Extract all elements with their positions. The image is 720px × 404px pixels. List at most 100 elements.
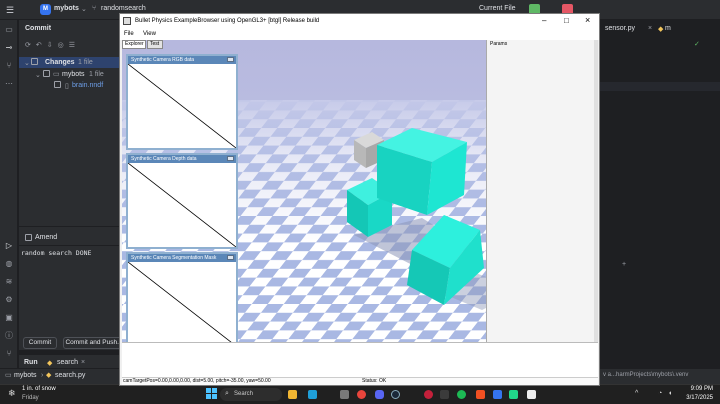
amend-label[interactable]: Amend <box>35 234 57 241</box>
panel-title: Synthetic Camera RGB data <box>128 56 236 64</box>
editor-area: sensor.py × ◆ m ✓ + <box>600 20 720 368</box>
folder-name[interactable]: mybots <box>62 71 85 78</box>
menu-view[interactable]: View <box>143 31 156 37</box>
empty-image-placeholder <box>128 262 236 346</box>
editor-tab[interactable]: sensor.py <box>605 25 635 32</box>
weather-icon: ❄ <box>8 388 16 398</box>
bullet-title: Bullet Physics ExampleBrowser using Open… <box>135 18 320 24</box>
edge-icon[interactable] <box>308 390 317 399</box>
main-menu-icon[interactable]: ☰ <box>6 5 14 16</box>
app-icon-red[interactable] <box>424 390 433 399</box>
volume-icon[interactable]: ◖ <box>668 390 672 397</box>
editor-tab-2[interactable]: m <box>665 25 671 32</box>
app-icon[interactable] <box>340 390 349 399</box>
folder-icon[interactable]: ▭ <box>3 24 15 36</box>
python-icon: ◆ <box>47 360 53 367</box>
params-scrollbar[interactable] <box>594 40 598 342</box>
close-icon[interactable]: × <box>585 15 590 25</box>
amend-checkbox[interactable] <box>25 234 32 241</box>
folder-icon: ▭ <box>53 71 60 78</box>
pycharm-icon[interactable] <box>509 390 518 399</box>
more-icon[interactable]: ⋯ <box>3 78 15 90</box>
breadcrumb-file[interactable]: search.py <box>55 372 85 379</box>
minimize-icon[interactable]: – <box>542 16 546 25</box>
run-config-tab[interactable]: search <box>57 359 78 366</box>
tool-window-stripe: ▭ ⊸ ⑂ ⋯ ▷ ◍ ≋ ⚙ ▣ ⓘ ⑂ <box>0 20 18 384</box>
wifi-icon[interactable]: ◔ <box>658 390 662 397</box>
chrome-icon[interactable] <box>357 390 366 399</box>
search-box[interactable]: ⌕ Search <box>220 388 282 401</box>
file-checkbox[interactable] <box>54 81 61 88</box>
tab-explorer[interactable]: Explorer <box>122 40 146 49</box>
commit-icon[interactable]: ⊸ <box>3 42 15 54</box>
discord-icon[interactable] <box>375 390 384 399</box>
panel-button[interactable] <box>227 255 234 260</box>
empty-image-placeholder <box>128 64 236 148</box>
panel-button[interactable] <box>227 57 234 62</box>
app-icon-dark[interactable] <box>440 390 449 399</box>
status-ok: Status: OK <box>362 378 387 384</box>
run-config-selector[interactable]: Current File <box>479 5 516 12</box>
folder-checkbox[interactable] <box>43 70 50 77</box>
tab-test[interactable]: Test <box>147 40 163 49</box>
commit-push-button[interactable]: Commit and Push... <box>63 337 125 349</box>
bullet-window: Bullet Physics ExampleBrowser using Open… <box>119 13 600 386</box>
chevron-down-icon[interactable]: ⌄ <box>35 71 41 79</box>
panel-title: Synthetic Camera Segmentation Mask <box>128 254 236 262</box>
commit-title: Commit <box>25 25 52 32</box>
layers-icon[interactable]: ≋ <box>3 276 15 288</box>
python-icon: ◆ <box>46 372 52 379</box>
problems-icon[interactable]: ⓘ <box>3 330 15 342</box>
spotify-icon[interactable] <box>457 390 466 399</box>
branch-name[interactable]: randomsearch <box>101 5 146 12</box>
git-log-icon[interactable]: ⑂ <box>3 348 15 360</box>
commit-button[interactable]: Commit <box>23 337 57 349</box>
menu-file[interactable]: File <box>124 31 134 37</box>
chevron-down-icon[interactable]: ⌄ <box>24 59 30 67</box>
clock-time[interactable]: 9:09 PM <box>677 386 713 392</box>
weather-temp[interactable]: 1 in. of snow <box>22 386 56 392</box>
git-icon[interactable]: ⑂ <box>3 60 15 72</box>
bullet-menu-bar: File View <box>120 30 599 40</box>
rgb-camera-panel[interactable]: Synthetic Camera RGB data <box>126 54 238 150</box>
project-name[interactable]: mybots <box>54 5 79 12</box>
params-panel[interactable]: Params <box>486 40 594 342</box>
clock-date[interactable]: 3/17/2025 <box>677 395 713 401</box>
app-icon-orange[interactable] <box>476 390 485 399</box>
chevron-right-icon: › <box>41 372 44 379</box>
changes-checkbox[interactable] <box>31 58 38 65</box>
chevron-down-icon: ⌄ <box>81 6 87 13</box>
search-placeholder: Search <box>234 391 254 397</box>
interpreter-status[interactable]: v a...harmProjects\mybots\.venv <box>603 372 688 378</box>
commit-message-input[interactable]: random search DONE <box>21 249 91 257</box>
changes-label[interactable]: Changes <box>45 59 75 66</box>
tray-chevron-icon[interactable]: ^ <box>635 390 638 397</box>
weather-day: Friday <box>22 395 39 401</box>
project-badge[interactable]: M <box>40 4 51 15</box>
console-area <box>122 342 598 377</box>
file-explorer-icon[interactable] <box>288 390 297 399</box>
bullet-title-bar: Bullet Physics ExampleBrowser using Open… <box>120 14 599 30</box>
commit-toolbar-icons[interactable]: ⟳↶⇩◎☰ <box>25 41 80 49</box>
close-icon[interactable]: × <box>81 359 85 366</box>
changed-file[interactable]: brain.nndf <box>72 82 103 89</box>
terminal-icon[interactable]: ▣ <box>3 312 15 324</box>
maximize-icon[interactable]: □ <box>564 16 569 25</box>
breadcrumb-root[interactable]: mybots <box>14 372 37 379</box>
close-icon[interactable]: × <box>648 25 652 32</box>
run-tool-icon[interactable]: ▷ <box>3 240 15 252</box>
start-icon[interactable] <box>206 388 217 399</box>
app-icon <box>123 17 131 25</box>
camera-status: camTargetPos=0.00,0.00,0.00, dist=5.00, … <box>123 378 271 384</box>
check-icon: ✓ <box>694 41 700 48</box>
app-icon-blue[interactable] <box>493 390 502 399</box>
python-console-icon[interactable]: ⚙ <box>3 294 15 306</box>
folder-count: 1 file <box>89 71 104 78</box>
depth-camera-panel[interactable]: Synthetic Camera Depth data <box>126 153 238 249</box>
segmentation-camera-panel[interactable]: Synthetic Camera Segmentation Mask <box>126 252 238 348</box>
bullet-status-bar: camTargetPos=0.00,0.00,0.00, dist=5.00, … <box>122 377 598 385</box>
steam-icon[interactable] <box>391 390 400 399</box>
panel-button[interactable] <box>227 156 234 161</box>
python-packages-icon[interactable]: ◍ <box>3 258 15 270</box>
bullet-app-icon[interactable] <box>527 390 536 399</box>
